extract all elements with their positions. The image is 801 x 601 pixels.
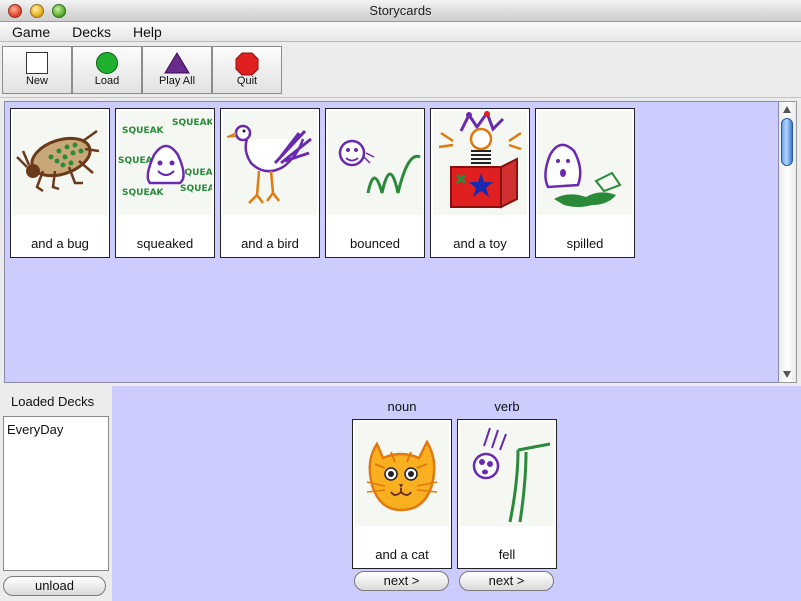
load-button-label: Load bbox=[94, 75, 120, 87]
jack-in-the-box-drawing bbox=[433, 111, 527, 215]
squeak-drawing: SQUEAK SQUEAK SQUEAK SQUEAK SQUEAK SQUEA… bbox=[118, 111, 212, 215]
scroll-down-icon[interactable] bbox=[783, 371, 791, 378]
purple-triangle-icon bbox=[164, 52, 190, 74]
loaded-decks-label: Loaded Decks bbox=[11, 394, 95, 409]
card-caption: and a bug bbox=[31, 236, 89, 251]
squeak-text: SQUEAK bbox=[172, 118, 212, 128]
card-area: and a bug SQUEAK SQUEAK SQUEAK SQUEAK SQ… bbox=[4, 101, 779, 383]
fall-drawing bbox=[460, 422, 554, 526]
menu-help[interactable]: Help bbox=[122, 24, 173, 40]
scroll-thumb[interactable] bbox=[781, 118, 793, 166]
deck-item[interactable]: EveryDay bbox=[7, 422, 63, 437]
bird-drawing bbox=[223, 111, 317, 215]
verb-slot-label: verb bbox=[494, 399, 520, 414]
squeak-text: SQUEAK bbox=[122, 126, 165, 136]
menu-decks[interactable]: Decks bbox=[61, 24, 122, 40]
green-circle-icon bbox=[96, 52, 118, 74]
noun-slot-label: noun bbox=[387, 399, 417, 414]
red-octagon-icon bbox=[235, 52, 259, 76]
toolbar: New Load Play All Quit bbox=[0, 43, 801, 98]
card-caption: squeaked bbox=[136, 236, 194, 251]
window-title: Storycards bbox=[369, 3, 432, 18]
card-area-scrollbar[interactable] bbox=[779, 101, 797, 383]
squeak-text: SQUEAK bbox=[180, 184, 212, 194]
cat-drawing bbox=[355, 422, 449, 526]
card-caption: fell bbox=[498, 547, 516, 562]
quit-button-label: Quit bbox=[236, 75, 258, 87]
menu-bar: Game Decks Help bbox=[0, 22, 801, 42]
card-and-a-bug[interactable]: and a bug bbox=[10, 108, 110, 258]
play-all-button[interactable]: Play All bbox=[142, 46, 212, 94]
new-button[interactable]: New bbox=[2, 46, 72, 94]
bug-drawing bbox=[13, 111, 107, 215]
scroll-up-icon[interactable] bbox=[783, 106, 791, 113]
squeak-text: SQUEAK bbox=[122, 188, 165, 198]
card-caption: spilled bbox=[566, 236, 604, 251]
load-button[interactable]: Load bbox=[72, 46, 142, 94]
new-button-label: New bbox=[25, 75, 48, 87]
bounce-drawing bbox=[328, 111, 422, 215]
unload-button[interactable]: unload bbox=[3, 576, 106, 596]
deck-list[interactable]: EveryDay bbox=[3, 416, 109, 571]
noun-slot-card[interactable]: and a cat bbox=[352, 419, 452, 569]
blank-square-icon bbox=[26, 52, 48, 74]
card-and-a-bird[interactable]: and a bird bbox=[220, 108, 320, 258]
title-bar: Storycards bbox=[0, 0, 801, 22]
card-caption: and a cat bbox=[375, 547, 429, 562]
spill-drawing bbox=[538, 111, 632, 215]
card-caption: bounced bbox=[350, 236, 400, 251]
card-bounced[interactable]: bounced bbox=[325, 108, 425, 258]
card-caption: and a bird bbox=[241, 236, 299, 251]
card-spilled[interactable]: spilled bbox=[535, 108, 635, 258]
noun-next-button[interactable]: next > bbox=[354, 571, 449, 591]
verb-slot-card[interactable]: fell bbox=[457, 419, 557, 569]
card-caption: and a toy bbox=[453, 236, 507, 251]
card-and-a-toy[interactable]: and a toy bbox=[430, 108, 530, 258]
verb-next-button[interactable]: next > bbox=[459, 571, 554, 591]
card-squeaked[interactable]: SQUEAK SQUEAK SQUEAK SQUEAK SQUEAK SQUEA… bbox=[115, 108, 215, 258]
menu-game[interactable]: Game bbox=[0, 24, 61, 40]
quit-button[interactable]: Quit bbox=[212, 46, 282, 94]
play-all-button-label: Play All bbox=[158, 75, 196, 87]
